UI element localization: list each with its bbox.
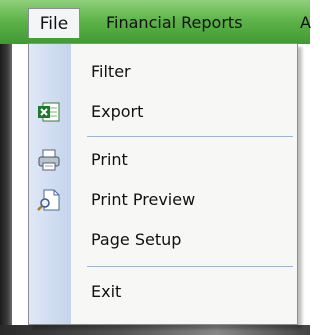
file-dropdown-menu: Filter Export Print Print Preview Page S… [28,43,298,325]
menu-item-exit[interactable]: Exit [29,272,297,312]
window-edge [0,44,12,335]
menu-item-filter[interactable]: Filter [29,52,297,92]
menu-item-label: Exit [91,282,122,301]
menu-next-truncated[interactable]: A [300,8,311,38]
menu-file[interactable]: File [28,8,80,38]
menu-item-label: Page Setup [91,230,182,249]
menu-item-print[interactable]: Print [29,140,297,180]
menu-bar: File Financial Reports A [0,0,311,44]
menu-item-export[interactable]: Export [29,92,297,132]
printer-icon [37,149,61,171]
menu-item-label: Print [91,150,128,169]
excel-export-icon [37,101,61,123]
print-preview-icon [37,189,61,211]
menu-separator [87,266,293,267]
background-strip [0,325,310,335]
menu-separator [87,136,293,137]
menu-item-page-setup[interactable]: Page Setup [29,220,297,260]
menu-item-label: Export [91,102,144,121]
menu-financial-reports[interactable]: Financial Reports [106,8,243,38]
menu-item-print-preview[interactable]: Print Preview [29,180,297,220]
menu-item-label: Print Preview [91,190,196,209]
menu-item-label: Filter [91,62,131,81]
